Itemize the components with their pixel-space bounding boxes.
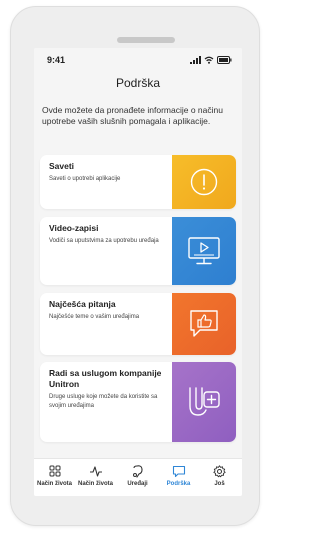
card-text: Najčešća pitanja Najčešće teme o vašim u… (49, 299, 167, 322)
card-text: Saveti Saveti o upotrebi aplikacije (49, 161, 167, 184)
grid-icon (49, 465, 60, 477)
card-title: Najčešća pitanja (49, 299, 116, 309)
tab-label: Način života (77, 481, 113, 487)
card-text: Video-zapisi Vodiči sa uputstvima za upo… (49, 223, 167, 246)
tab-label: Podrška (166, 481, 191, 487)
exclamation-circle-icon (190, 168, 218, 196)
tab-lifestyle[interactable]: Način života (34, 463, 75, 487)
tab-support[interactable]: Podrška (158, 463, 199, 487)
card-description: Vodiči sa uputstvima za upotrebu uređaja (49, 238, 159, 244)
tab-lifestyle-activity[interactable]: Način života (75, 463, 116, 487)
video-monitor-icon (188, 237, 220, 265)
app-screen: 9:41 Podrška Ovde možete da pronađete in… (34, 48, 242, 496)
chat-bubble-icon (172, 465, 185, 477)
card-art (172, 293, 236, 355)
signal-icon (190, 56, 201, 64)
hearing-aid-icon (132, 465, 143, 478)
card-text: Radi sa uslugom kompanije Unitron Druge … (49, 368, 167, 410)
tab-devices[interactable]: Uređaji (117, 463, 158, 487)
gear-icon (213, 464, 226, 477)
status-time: 9:41 (47, 55, 66, 65)
pulse-icon (89, 466, 102, 477)
tab-label: Uređaji (127, 481, 148, 487)
wifi-icon (204, 56, 214, 64)
card-art (172, 362, 236, 442)
tab-more[interactable]: Još (199, 463, 240, 487)
card-title: Radi sa uslugom kompanije Unitron (49, 368, 162, 389)
phone-speaker (117, 37, 175, 43)
page-title: Podrška (115, 76, 161, 90)
card-tips[interactable]: Saveti Saveti o upotrebi aplikacije (40, 155, 236, 209)
card-art (172, 217, 236, 285)
page-intro: Ovde možete da pronađete informacije o n… (42, 105, 223, 126)
card-title: Video-zapisi (49, 223, 99, 233)
unitron-plus-icon (189, 387, 220, 416)
tab-label: Još (214, 481, 225, 487)
thumbs-up-speech-icon (190, 310, 218, 337)
card-videos[interactable]: Video-zapisi Vodiči sa uputstvima za upo… (40, 217, 236, 285)
tab-label: Način života (36, 481, 72, 487)
status-bar: 9:41 (34, 48, 242, 70)
card-description: Najčešće teme o vašim uređajima (49, 314, 140, 320)
card-art (172, 155, 236, 209)
card-title: Saveti (49, 161, 75, 171)
card-description: Druge usluge koje možete da koristite sa… (49, 394, 158, 409)
bottom-tab-bar: Način života Način života Uređaji Podršk… (34, 458, 242, 496)
card-unitron-services[interactable]: Radi sa uslugom kompanije Unitron Druge … (40, 362, 236, 442)
card-faq[interactable]: Najčešća pitanja Najčešće teme o vašim u… (40, 293, 236, 355)
battery-icon (217, 56, 232, 64)
card-description: Saveti o upotrebi aplikacije (49, 176, 121, 182)
system-icons (190, 55, 232, 65)
